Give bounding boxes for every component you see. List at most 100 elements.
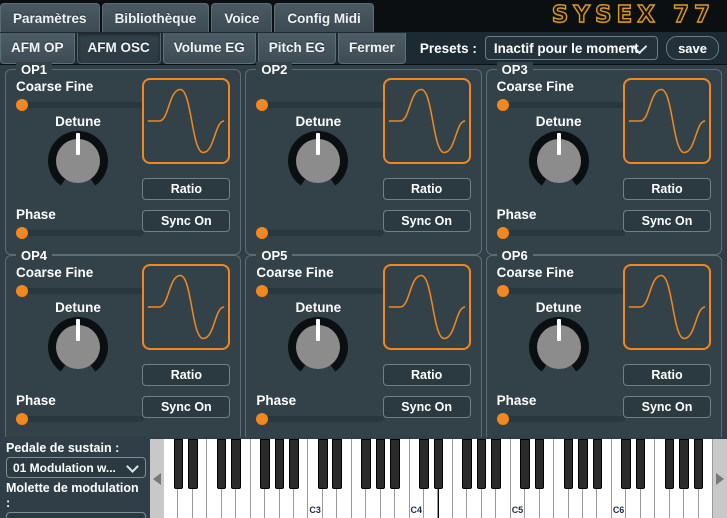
keyboard-scroll-left[interactable] (150, 439, 164, 518)
piano-black-key[interactable] (433, 439, 444, 489)
detune-knob[interactable] (528, 317, 589, 377)
piano-black-key[interactable] (173, 439, 184, 489)
slider-track (18, 416, 144, 422)
piano-black-key[interactable] (520, 439, 530, 489)
ratio-button[interactable]: Ratio (142, 364, 231, 386)
tab-afm-op[interactable]: AFM OP (0, 32, 75, 64)
slider-handle[interactable] (256, 413, 269, 425)
waveform-display[interactable] (142, 78, 231, 164)
waveform-display[interactable] (142, 264, 231, 350)
mod-wheel-dropdown[interactable]: 01 Modulation w... (6, 512, 146, 518)
bottom-bar: Pedale de sustain : 01 Modulation w... M… (0, 437, 727, 518)
arrow-right-icon (716, 472, 724, 485)
menu-tab-config-midi[interactable]: Config Midi (274, 3, 374, 32)
knob-pointer (76, 319, 80, 341)
piano-black-key[interactable] (187, 439, 198, 489)
ratio-button[interactable]: Ratio (622, 178, 711, 200)
slider-handle[interactable] (496, 227, 509, 239)
sync-button[interactable]: Sync On (142, 210, 231, 232)
sustain-pedal-label: Pedale de sustain : (6, 441, 120, 455)
piano-black-key[interactable] (390, 439, 400, 489)
phase-slider[interactable] (16, 412, 144, 426)
slider-handle[interactable] (496, 99, 509, 111)
sync-button[interactable]: Sync On (382, 396, 471, 418)
coarse-fine-slider[interactable] (256, 98, 385, 112)
ratio-button[interactable]: Ratio (382, 364, 471, 386)
sustain-pedal-dropdown[interactable]: 01 Modulation w... (6, 457, 146, 478)
piano-black-key[interactable] (332, 439, 342, 489)
coarse-fine-slider[interactable] (496, 98, 625, 112)
detune-knob[interactable] (48, 131, 108, 191)
save-button[interactable]: save (666, 36, 719, 60)
piano-black-key[interactable] (375, 439, 386, 489)
piano-black-key[interactable] (621, 439, 631, 489)
phase-slider[interactable] (256, 226, 385, 240)
phase-slider[interactable] (256, 412, 385, 426)
piano-keyboard[interactable]: C3 C4 C5 C6 (150, 439, 727, 518)
piano-black-key[interactable] (231, 439, 241, 489)
piano-black-key[interactable] (679, 439, 689, 489)
piano-black-key[interactable] (578, 439, 588, 489)
sync-label: Sync On (641, 400, 693, 414)
piano-black-key[interactable] (534, 439, 545, 489)
detune-knob[interactable] (288, 131, 349, 191)
phase-slider[interactable] (496, 226, 625, 240)
slider-handle[interactable] (256, 227, 269, 239)
tab-pitch-eg[interactable]: Pitch EG (257, 32, 337, 64)
waveform-display[interactable] (622, 264, 711, 350)
ratio-button[interactable]: Ratio (622, 364, 711, 386)
piano-black-key[interactable] (592, 439, 603, 489)
piano-black-key[interactable] (476, 439, 487, 489)
piano-black-key[interactable] (361, 439, 371, 489)
piano-black-key[interactable] (318, 439, 328, 489)
slider-handle[interactable] (16, 99, 28, 111)
slider-handle[interactable] (496, 413, 509, 425)
sync-button[interactable]: Sync On (382, 210, 471, 232)
detune-knob[interactable] (48, 317, 108, 377)
waveform-display[interactable] (622, 78, 711, 164)
piano-black-key[interactable] (491, 439, 501, 489)
coarse-fine-slider[interactable] (16, 98, 144, 112)
piano-black-key[interactable] (260, 439, 270, 489)
piano-black-key[interactable] (563, 439, 574, 489)
ratio-button[interactable]: Ratio (382, 178, 471, 200)
preset-dropdown[interactable]: Inactif pour le moment (484, 36, 659, 60)
piano-black-key[interactable] (664, 439, 675, 489)
keyboard-scroll-right[interactable] (713, 439, 727, 518)
menu-tab-voice[interactable]: Voice (211, 3, 273, 32)
coarse-fine-slider[interactable] (256, 284, 385, 298)
menu-tab-bibliotheque[interactable]: Bibliothèque (101, 3, 210, 32)
piano-black-key[interactable] (635, 439, 646, 489)
piano-black-key[interactable] (693, 439, 704, 489)
coarse-fine-slider[interactable] (496, 284, 625, 298)
piano-black-key[interactable] (419, 439, 429, 489)
tab-afm-osc[interactable]: AFM OSC (76, 32, 161, 64)
piano-black-key[interactable] (462, 439, 472, 489)
phase-slider[interactable] (16, 226, 144, 240)
slider-handle[interactable] (16, 227, 28, 239)
slider-handle[interactable] (496, 285, 509, 297)
slider-handle[interactable] (16, 285, 28, 297)
operator-row-top: OP1 Coarse Fine Detune Phase Ratio Sync … (3, 62, 724, 255)
phase-slider[interactable] (496, 412, 625, 426)
sync-button[interactable]: Sync On (142, 396, 231, 418)
waveform-display[interactable] (382, 264, 471, 350)
tab-volume-eg[interactable]: Volume EG (162, 32, 256, 64)
slider-handle[interactable] (256, 99, 269, 111)
phase-label: Phase (16, 207, 56, 222)
coarse-fine-slider[interactable] (16, 284, 144, 298)
tab-fermer[interactable]: Fermer (338, 32, 406, 64)
sine-wave-icon (388, 274, 466, 340)
piano-black-key[interactable] (289, 439, 299, 489)
slider-handle[interactable] (16, 413, 28, 425)
piano-black-key[interactable] (216, 439, 227, 489)
menu-tab-parametres[interactable]: Paramètres (0, 3, 100, 32)
sync-button[interactable]: Sync On (622, 396, 711, 418)
slider-handle[interactable] (256, 285, 269, 297)
waveform-display[interactable] (382, 78, 471, 164)
detune-knob[interactable] (288, 317, 349, 377)
sync-button[interactable]: Sync On (622, 210, 711, 232)
piano-black-key[interactable] (274, 439, 285, 489)
detune-knob[interactable] (528, 131, 589, 191)
ratio-button[interactable]: Ratio (142, 178, 231, 200)
